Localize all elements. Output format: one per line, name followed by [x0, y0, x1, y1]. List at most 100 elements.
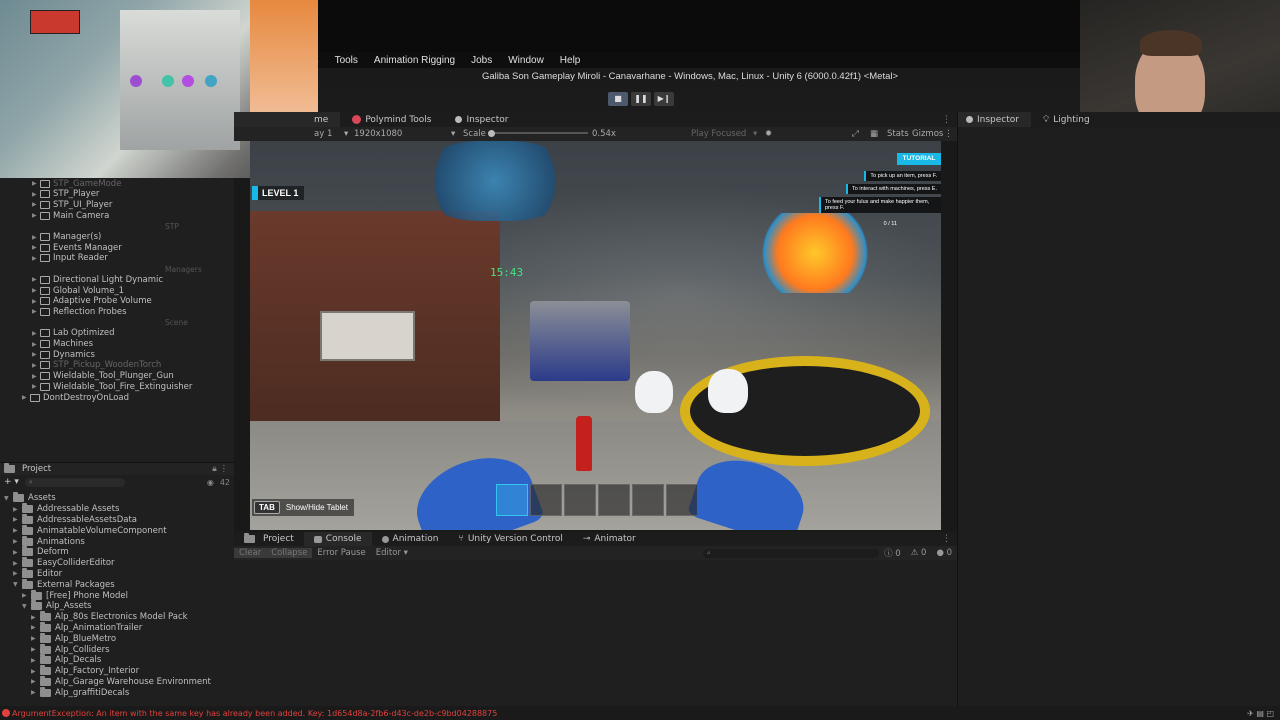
expand-arrow-icon[interactable]: ▶ [32, 308, 40, 315]
project-search-input[interactable]: ⌕ [24, 477, 125, 487]
hierarchy-item[interactable]: ▶ Directional Light Dynamic [32, 274, 163, 285]
more-options-icon[interactable]: ⋮ [942, 534, 957, 544]
error-count-toggle[interactable]: ● 0 [931, 548, 957, 558]
expand-arrow-icon[interactable]: ▶ [31, 657, 40, 664]
more-options-icon[interactable]: ⋮ [942, 115, 957, 125]
hierarchy-item[interactable]: ▶ Input Reader [32, 253, 108, 264]
expand-arrow-icon[interactable]: ▶ [22, 592, 31, 599]
warning-count-toggle[interactable]: ⚠ 0 [906, 548, 932, 558]
aspect-icon[interactable]: ⤢ [852, 129, 859, 139]
menu-item-animation-rigging[interactable]: Animation Rigging [366, 55, 463, 66]
expand-arrow-icon[interactable]: ▶ [32, 383, 40, 390]
expand-arrow-icon[interactable]: ▶ [13, 506, 22, 513]
hierarchy-item[interactable]: ▶ Wieldable_Tool_Fire_Extinguisher [32, 381, 192, 392]
resolution-select[interactable]: 1920x1080 [354, 129, 402, 139]
editor-select[interactable]: Editor ▾ [371, 548, 413, 558]
hierarchy-item[interactable]: ▶ Lab Optimized [32, 328, 115, 339]
hierarchy-item[interactable]: ▶ STP_UI_Player [32, 199, 112, 210]
tab-project[interactable]: Project [0, 463, 51, 474]
project-folder-item[interactable]: ▶ Alp_Decals [31, 654, 101, 666]
expand-arrow-icon[interactable]: ▶ [22, 394, 30, 401]
hierarchy-item[interactable]: ▶ Global Volume_1 [32, 285, 124, 296]
grid-icon[interactable]: ▦ [870, 129, 878, 139]
hierarchy-item[interactable]: ▶ Machines [32, 339, 93, 350]
expand-arrow-icon[interactable]: ▶ [32, 373, 40, 380]
project-folder-item[interactable]: ▼ Alp_Assets [22, 600, 91, 612]
project-folder-item[interactable]: ▶ Alp_BlueMetro [31, 632, 116, 644]
log-count-toggle[interactable]: ⓘ 0 [879, 547, 906, 559]
expand-arrow-icon[interactable]: ▶ [31, 635, 40, 642]
expand-arrow-icon[interactable]: ▶ [32, 330, 40, 337]
clear-button[interactable]: Clear [234, 548, 267, 558]
display-select[interactable]: ay 1 [314, 129, 332, 139]
expand-arrow-icon[interactable]: ▶ [31, 646, 40, 653]
project-folder-item[interactable]: ▼ External Packages [13, 578, 115, 590]
project-folder-item[interactable]: ▶ Addressable Assets [13, 503, 119, 515]
hierarchy-item[interactable]: ▶ Events Manager [32, 242, 122, 253]
chevron-down-icon[interactable]: ▾ [753, 129, 757, 139]
expand-arrow-icon[interactable]: ▶ [32, 180, 40, 187]
expand-arrow-icon[interactable]: ▶ [31, 678, 40, 685]
project-folder-item[interactable]: ▶ Editor [13, 567, 62, 580]
step-button[interactable]: ▶❙ [654, 92, 674, 106]
project-folder-item[interactable]: ▶ Alp_AnimationTrailer [31, 621, 142, 634]
project-folder-item[interactable]: ▶ Alp_Colliders [31, 643, 110, 655]
error-pause-button[interactable]: Error Pause [312, 548, 370, 558]
tab-unity-version-control[interactable]: ⑂ Unity Version Control [448, 532, 572, 546]
hierarchy-item[interactable]: ▶ STP_Player [32, 189, 99, 200]
play-mode-select[interactable]: Play Focused [691, 129, 746, 139]
pause-button[interactable]: ❚❚ [631, 92, 651, 106]
tab-lighting[interactable]: 💡︎ Lighting [1031, 115, 1102, 125]
expand-arrow-icon[interactable]: ▼ [22, 603, 31, 610]
expand-arrow-icon[interactable]: ▶ [31, 624, 40, 631]
expand-arrow-icon[interactable]: ▶ [32, 244, 40, 251]
expand-arrow-icon[interactable]: ▶ [13, 570, 22, 577]
tab-animator[interactable]: ⊸ Animator [573, 532, 646, 546]
sun-icon[interactable]: ✹ [765, 129, 772, 139]
tab-console[interactable]: Console [303, 532, 372, 546]
tab-project[interactable]: Project [234, 532, 304, 546]
expand-arrow-icon[interactable]: ▶ [31, 614, 40, 621]
expand-arrow-icon[interactable]: ▶ [13, 549, 22, 556]
project-folder-item[interactable]: ▶ Alp_Garage Warehouse Environment [31, 675, 211, 688]
gizmos-button[interactable]: Gizmos [912, 129, 943, 139]
hierarchy-item[interactable]: ▶ DontDestroyOnLoad [22, 392, 129, 403]
collapse-button[interactable]: Collapse [266, 548, 313, 558]
scale-slider[interactable] [488, 132, 588, 134]
tab-animation[interactable]: Animation [372, 532, 449, 546]
project-folder-item[interactable]: ▶ Alp_80s Electronics Model Pack [31, 611, 188, 623]
expand-arrow-icon[interactable]: ▶ [13, 527, 22, 534]
hierarchy-separator[interactable]: STP [0, 221, 234, 232]
expand-arrow-icon[interactable]: ▼ [13, 581, 22, 588]
menu-item-jobs[interactable]: Jobs [463, 55, 500, 66]
stop-play-button[interactable]: ■ [608, 92, 628, 106]
tab-polymind-tools[interactable]: Polymind Tools [340, 115, 443, 125]
expand-arrow-icon[interactable]: ▶ [31, 668, 40, 675]
expand-arrow-icon[interactable]: ▶ [32, 276, 40, 283]
expand-arrow-icon[interactable]: ▶ [32, 287, 40, 294]
project-folder-item[interactable]: ▶ AddressableAssetsData [13, 513, 137, 526]
tab-game[interactable]: me [234, 112, 341, 127]
expand-arrow-icon[interactable]: ▶ [32, 298, 40, 305]
hierarchy-item[interactable]: ▶ STP_GameMode [32, 178, 121, 189]
project-folder-item[interactable]: ▶ Deform [13, 546, 69, 558]
menu-item-tools[interactable]: Tools [327, 55, 366, 66]
hierarchy-separator[interactable]: Managers [0, 264, 234, 275]
expand-arrow-icon[interactable]: ▶ [13, 516, 22, 523]
menu-item-help[interactable]: Help [552, 55, 589, 66]
hierarchy-item[interactable]: ▶ STP_Pickup_WoodenTorch [32, 360, 161, 371]
hierarchy-item[interactable]: ▶ Wieldable_Tool_Plunger_Gun [32, 371, 174, 382]
hierarchy-item[interactable]: ▶ Dynamics [32, 349, 95, 360]
tab-inspector[interactable]: Inspector [958, 112, 1031, 127]
expand-arrow-icon[interactable]: ▶ [31, 689, 40, 696]
expand-arrow-icon[interactable]: ▶ [13, 560, 22, 567]
expand-arrow-icon[interactable]: ▶ [32, 362, 40, 369]
status-message[interactable]: ArgumentException: An item with the same… [0, 709, 1200, 718]
hierarchy-item[interactable]: ▶ Reflection Probes [32, 306, 127, 317]
tab-inspector[interactable]: Inspector [443, 115, 520, 125]
lock-icon[interactable]: 🔒︎ ⋮ [212, 464, 234, 474]
hierarchy-item[interactable]: ▶ Main Camera [32, 210, 109, 221]
expand-arrow-icon[interactable]: ▶ [32, 234, 40, 241]
project-folder-item[interactable]: ▶ EasyColliderEditor [13, 557, 115, 569]
hierarchy-separator[interactable]: Scene [0, 317, 234, 328]
